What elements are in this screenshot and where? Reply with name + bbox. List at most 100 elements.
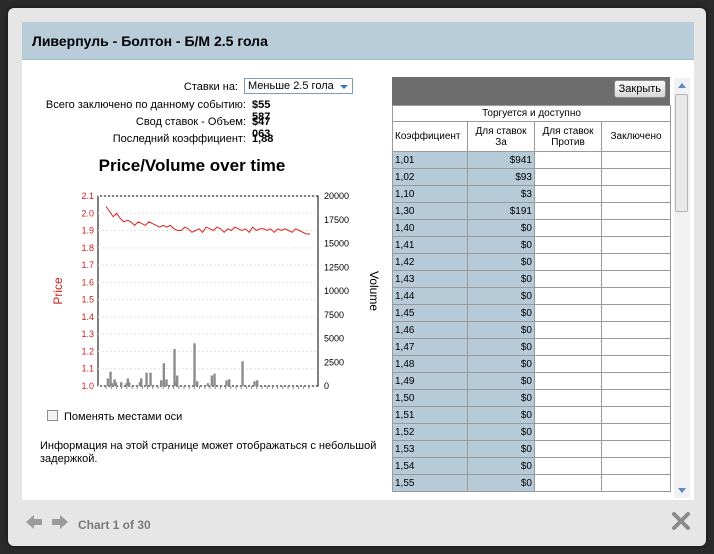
matched-cell	[600, 168, 672, 186]
close-icon[interactable]	[670, 510, 692, 532]
matched-cell	[600, 338, 672, 356]
y-tick-label: 1.2	[81, 346, 94, 356]
back-cell[interactable]: $0	[467, 355, 535, 373]
lay-cell[interactable]	[534, 423, 602, 441]
modal-content: Ливерпуль - Болтон - Б/М 2.5 гола Ставки…	[22, 22, 694, 500]
matched-cell	[600, 236, 672, 254]
y-tick-label: 1.8	[81, 243, 94, 253]
odds-cell: 1,30	[392, 202, 468, 220]
lay-cell[interactable]	[534, 270, 602, 288]
back-cell[interactable]: $0	[467, 253, 535, 271]
modal-title: Ливерпуль - Болтон - Б/М 2.5 гола	[32, 33, 268, 49]
back-cell[interactable]: $191	[467, 202, 535, 220]
table-row: 1,48 $0	[392, 355, 672, 373]
table-row: 1,51 $0	[392, 406, 672, 424]
scroll-up-icon[interactable]	[678, 83, 686, 88]
volume-bar	[145, 372, 148, 386]
lay-cell[interactable]	[534, 321, 602, 339]
lay-cell[interactable]	[534, 389, 602, 407]
lay-cell[interactable]	[534, 219, 602, 237]
chevron-down-icon	[340, 85, 348, 89]
back-cell[interactable]: $0	[467, 270, 535, 288]
y-tick-label: 1.9	[81, 226, 94, 236]
lay-cell[interactable]	[534, 304, 602, 322]
matched-cell	[600, 355, 672, 373]
back-cell[interactable]: $0	[467, 321, 535, 339]
lay-cell[interactable]	[534, 185, 602, 203]
table-row: 1,50 $0	[392, 389, 672, 407]
odds-cell: 1,50	[392, 389, 468, 407]
back-cell[interactable]: $0	[467, 406, 535, 424]
lay-cell[interactable]	[534, 457, 602, 475]
back-cell[interactable]: $93	[467, 168, 535, 186]
back-cell[interactable]: $0	[467, 219, 535, 237]
modal-title-bar: Ливерпуль - Болтон - Б/М 2.5 гола	[22, 22, 694, 60]
lay-cell[interactable]	[534, 253, 602, 271]
volume-bar	[253, 381, 256, 386]
back-cell[interactable]: $0	[467, 236, 535, 254]
back-cell[interactable]: $0	[467, 474, 535, 492]
y-tick-label: 2.1	[81, 191, 94, 201]
odds-cell: 1,47	[392, 338, 468, 356]
back-cell[interactable]: $0	[467, 389, 535, 407]
odds-cell: 1,10	[392, 185, 468, 203]
bets-on-select[interactable]: Меньше 2.5 гола	[244, 78, 353, 94]
lay-cell[interactable]	[534, 406, 602, 424]
table-row: 1,47 $0	[392, 338, 672, 356]
chart-modal: Ливерпуль - Болтон - Б/М 2.5 гола Ставки…	[8, 8, 706, 546]
scroll-thumb[interactable]	[675, 94, 688, 212]
odds-cell: 1,55	[392, 474, 468, 492]
table-row: 1,43 $0	[392, 270, 672, 288]
swap-axes-checkbox[interactable]	[47, 410, 58, 421]
volume-bar	[173, 348, 176, 386]
lay-cell[interactable]	[534, 151, 602, 169]
col-header-back: Для ставок За	[467, 121, 535, 152]
next-arrow-icon[interactable]	[50, 512, 70, 532]
lay-cell[interactable]	[534, 440, 602, 458]
back-cell[interactable]: $0	[467, 338, 535, 356]
lay-cell[interactable]	[534, 338, 602, 356]
bets-on-select-value: Меньше 2.5 гола	[248, 80, 334, 92]
odds-cell: 1,45	[392, 304, 468, 322]
lay-cell[interactable]	[534, 372, 602, 390]
chart-title: Price/Volume over time	[98, 156, 286, 175]
lay-cell[interactable]	[534, 474, 602, 492]
back-cell[interactable]: $0	[467, 423, 535, 441]
matched-cell	[600, 270, 672, 288]
back-cell[interactable]: $0	[467, 304, 535, 322]
group-header: Торгуется и доступно	[392, 105, 672, 122]
lay-cell[interactable]	[534, 168, 602, 186]
back-cell[interactable]: $3	[467, 185, 535, 203]
lay-cell[interactable]	[534, 236, 602, 254]
volume-bar	[114, 382, 118, 386]
back-cell[interactable]: $0	[467, 440, 535, 458]
close-button[interactable]: Закрыть	[613, 80, 666, 98]
volume-bar	[196, 381, 199, 386]
back-cell[interactable]: $0	[467, 287, 535, 305]
back-cell[interactable]: $0	[467, 457, 535, 475]
col-header-odds: Коэффициент	[392, 121, 468, 152]
lay-cell[interactable]	[534, 287, 602, 305]
lay-cell[interactable]	[534, 202, 602, 220]
back-cell[interactable]: $941	[467, 151, 535, 169]
back-cell[interactable]: $0	[467, 372, 535, 390]
total-label: Всего заключено по данному событию:	[45, 99, 246, 111]
volume-label: Свод ставок - Объем:	[135, 116, 246, 128]
odds-grid-panel: Закрыть Торгуется и доступно Коэффициент…	[392, 72, 672, 500]
odds-cell: 1,49	[392, 372, 468, 390]
matched-cell	[600, 253, 672, 271]
lay-cell[interactable]	[534, 355, 602, 373]
odds-cell: 1,40	[392, 219, 468, 237]
grid-scrollbar[interactable]	[674, 78, 690, 498]
y2-tick-label: 5000	[324, 334, 344, 344]
y2-tick-label: 15000	[324, 239, 349, 249]
table-row: 1,42 $0	[392, 253, 672, 271]
swap-axes-label: Поменять местами оси	[64, 411, 183, 423]
last-odds-label: Последний коэффициент:	[112, 133, 246, 145]
matched-cell	[600, 389, 672, 407]
odds-cell: 1,54	[392, 457, 468, 475]
matched-cell	[600, 202, 672, 220]
y2-tick-label: 2500	[324, 357, 344, 367]
scroll-down-icon[interactable]	[678, 488, 686, 493]
prev-arrow-icon[interactable]	[24, 512, 44, 532]
